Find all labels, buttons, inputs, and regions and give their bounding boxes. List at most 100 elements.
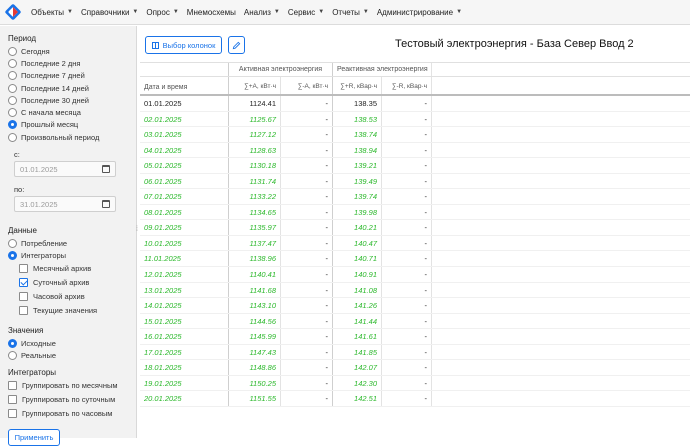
table-row[interactable]: 08.01.2025 1134.65-139.98- — [140, 204, 690, 221]
checkbox[interactable] — [8, 409, 17, 419]
col-r-plus-header[interactable]: ∑+R, кВар·ч — [332, 77, 381, 94]
nav-item[interactable]: Отчеты ▼ — [328, 0, 373, 25]
grouping-option[interactable]: Группировать по месячным — [8, 379, 136, 393]
table-row[interactable]: 07.01.2025 1133.22-139.74- — [140, 189, 690, 205]
radio-button[interactable] — [8, 46, 17, 56]
cell-empty — [431, 267, 690, 282]
edit-button[interactable] — [228, 36, 245, 54]
radio-button[interactable] — [8, 251, 17, 261]
col-date-header[interactable]: Дата и время — [140, 77, 228, 94]
archive-option-label: Текущие значения — [33, 306, 98, 316]
cell-a-minus: - — [280, 313, 332, 329]
splitter-handle[interactable]: ⁞ — [136, 226, 139, 238]
checkbox[interactable] — [8, 381, 17, 391]
nav-item[interactable]: Объекты ▼ — [27, 0, 77, 25]
nav-item[interactable]: Анализ ▼ — [240, 0, 284, 25]
nav-item[interactable]: Сервис ▼ — [284, 0, 328, 25]
apply-button[interactable]: Применить — [8, 428, 60, 446]
values-option-label: Реальные — [21, 350, 57, 360]
checkbox[interactable] — [19, 278, 28, 288]
table-row[interactable]: 11.01.2025 1138.96-140.71- — [140, 251, 690, 268]
archive-option[interactable]: Часовой архив — [19, 290, 136, 304]
table-row[interactable]: 13.01.2025 1141.68-141.08- — [140, 282, 690, 299]
period-option[interactable]: Последние 2 дня — [8, 57, 136, 69]
table-row[interactable]: 09.01.2025 1135.97-140.21- — [140, 220, 690, 236]
table-row[interactable]: 20.01.2025 1151.55-142.51- — [140, 391, 690, 407]
period-option[interactable]: Прошлый месяц — [8, 119, 136, 131]
data-option[interactable]: Интеграторы — [8, 250, 136, 262]
calendar-icon[interactable] — [102, 200, 110, 209]
grouping-option[interactable]: Группировать по часовым — [8, 407, 136, 421]
date-to-value: 31.01.2025 — [20, 199, 58, 209]
checkbox[interactable] — [19, 264, 28, 274]
table-row[interactable]: 10.01.2025 1137.47-140.47- — [140, 235, 690, 252]
from-label: с: — [14, 150, 20, 160]
period-option[interactable]: Последние 7 дней — [8, 70, 136, 82]
checkbox[interactable] — [8, 395, 17, 405]
table-row[interactable]: 12.01.2025 1140.41-140.91- — [140, 267, 690, 283]
radio-button[interactable] — [8, 95, 17, 105]
radio-button[interactable] — [8, 83, 17, 93]
period-option[interactable]: Произвольный период — [8, 131, 136, 143]
values-option[interactable]: Реальные — [8, 349, 136, 361]
cell-date: 15.01.2025 — [144, 316, 182, 326]
cell-empty — [431, 204, 690, 220]
cell-r-minus: - — [381, 142, 431, 158]
calendar-icon[interactable] — [102, 165, 110, 174]
grouping-option[interactable]: Группировать по суточным — [8, 393, 136, 407]
cell-r-plus: 140.21 — [332, 220, 381, 235]
select-columns-button[interactable]: Выбор колонок — [145, 36, 222, 54]
cell-empty — [431, 360, 690, 375]
table-row[interactable]: 01.01.2025 1124.41-138.35- — [140, 96, 690, 112]
table-row[interactable]: 05.01.2025 1130.18-139.21- — [140, 158, 690, 174]
checkbox[interactable] — [19, 306, 28, 316]
col-a-minus-header[interactable]: ∑-A, кВт·ч — [280, 77, 332, 94]
period-option[interactable]: Последние 14 дней — [8, 82, 136, 94]
radio-button[interactable] — [8, 338, 17, 348]
table-row[interactable]: 18.01.2025 1148.86-142.07- — [140, 360, 690, 376]
table-row[interactable]: 06.01.2025 1131.74-139.49- — [140, 173, 690, 190]
radio-button[interactable] — [8, 132, 17, 142]
table-row[interactable]: 17.01.2025 1147.43-141.85- — [140, 344, 690, 361]
date-to-input[interactable]: 31.01.2025 — [14, 196, 116, 213]
col-r-minus-header[interactable]: ∑-R, кВар·ч — [381, 77, 431, 94]
nav-item[interactable]: Опрос ▼ — [142, 0, 182, 25]
cell-a-minus: - — [280, 173, 332, 189]
table-row[interactable]: 16.01.2025 1145.99-141.61- — [140, 329, 690, 345]
radio-button[interactable] — [8, 350, 17, 360]
checkbox[interactable] — [19, 292, 28, 302]
table-row[interactable]: 14.01.2025 1143.10-141.26- — [140, 298, 690, 314]
period-option[interactable]: Сегодня — [8, 45, 136, 57]
archive-option[interactable]: Суточный архив — [19, 276, 136, 290]
radio-button[interactable] — [8, 58, 17, 68]
cell-date: 09.01.2025 — [144, 223, 182, 233]
nav-item[interactable]: Мнемосхемы — [183, 0, 240, 25]
nav-item[interactable]: Администрирование ▼ — [373, 0, 466, 25]
cell-empty — [431, 251, 690, 267]
period-option[interactable]: Последние 30 дней — [8, 94, 136, 106]
data-option[interactable]: Потребление — [8, 237, 136, 249]
cell-a-minus: - — [280, 282, 332, 298]
logo-icon[interactable] — [5, 4, 21, 20]
cell-r-plus: 142.51 — [332, 391, 381, 406]
archive-option[interactable]: Текущие значения — [19, 304, 136, 318]
radio-button[interactable] — [8, 108, 17, 118]
cell-a-plus: 1128.63 — [228, 142, 280, 158]
radio-button[interactable] — [8, 120, 17, 130]
cell-a-minus: - — [280, 204, 332, 220]
table-row[interactable]: 19.01.2025 1150.25-142.30- — [140, 375, 690, 392]
table-row[interactable]: 04.01.2025 1128.63-138.94- — [140, 142, 690, 159]
cell-r-minus: - — [381, 235, 431, 251]
col-a-plus-header[interactable]: ∑+A, кВт·ч — [228, 77, 280, 94]
table-row[interactable]: 03.01.2025 1127.12-138.74- — [140, 127, 690, 143]
values-option[interactable]: Исходные — [8, 337, 136, 349]
radio-button[interactable] — [8, 71, 17, 81]
cell-date: 02.01.2025 — [144, 114, 182, 124]
table-row[interactable]: 02.01.2025 1125.67-138.53- — [140, 111, 690, 128]
date-from-input[interactable]: 01.01.2025 — [14, 161, 116, 178]
period-option[interactable]: С начала месяца — [8, 106, 136, 118]
table-row[interactable]: 15.01.2025 1144.56-141.44- — [140, 313, 690, 330]
nav-item[interactable]: Справочники ▼ — [77, 0, 142, 25]
archive-option[interactable]: Месячный архив — [19, 262, 136, 276]
radio-button[interactable] — [8, 239, 17, 249]
